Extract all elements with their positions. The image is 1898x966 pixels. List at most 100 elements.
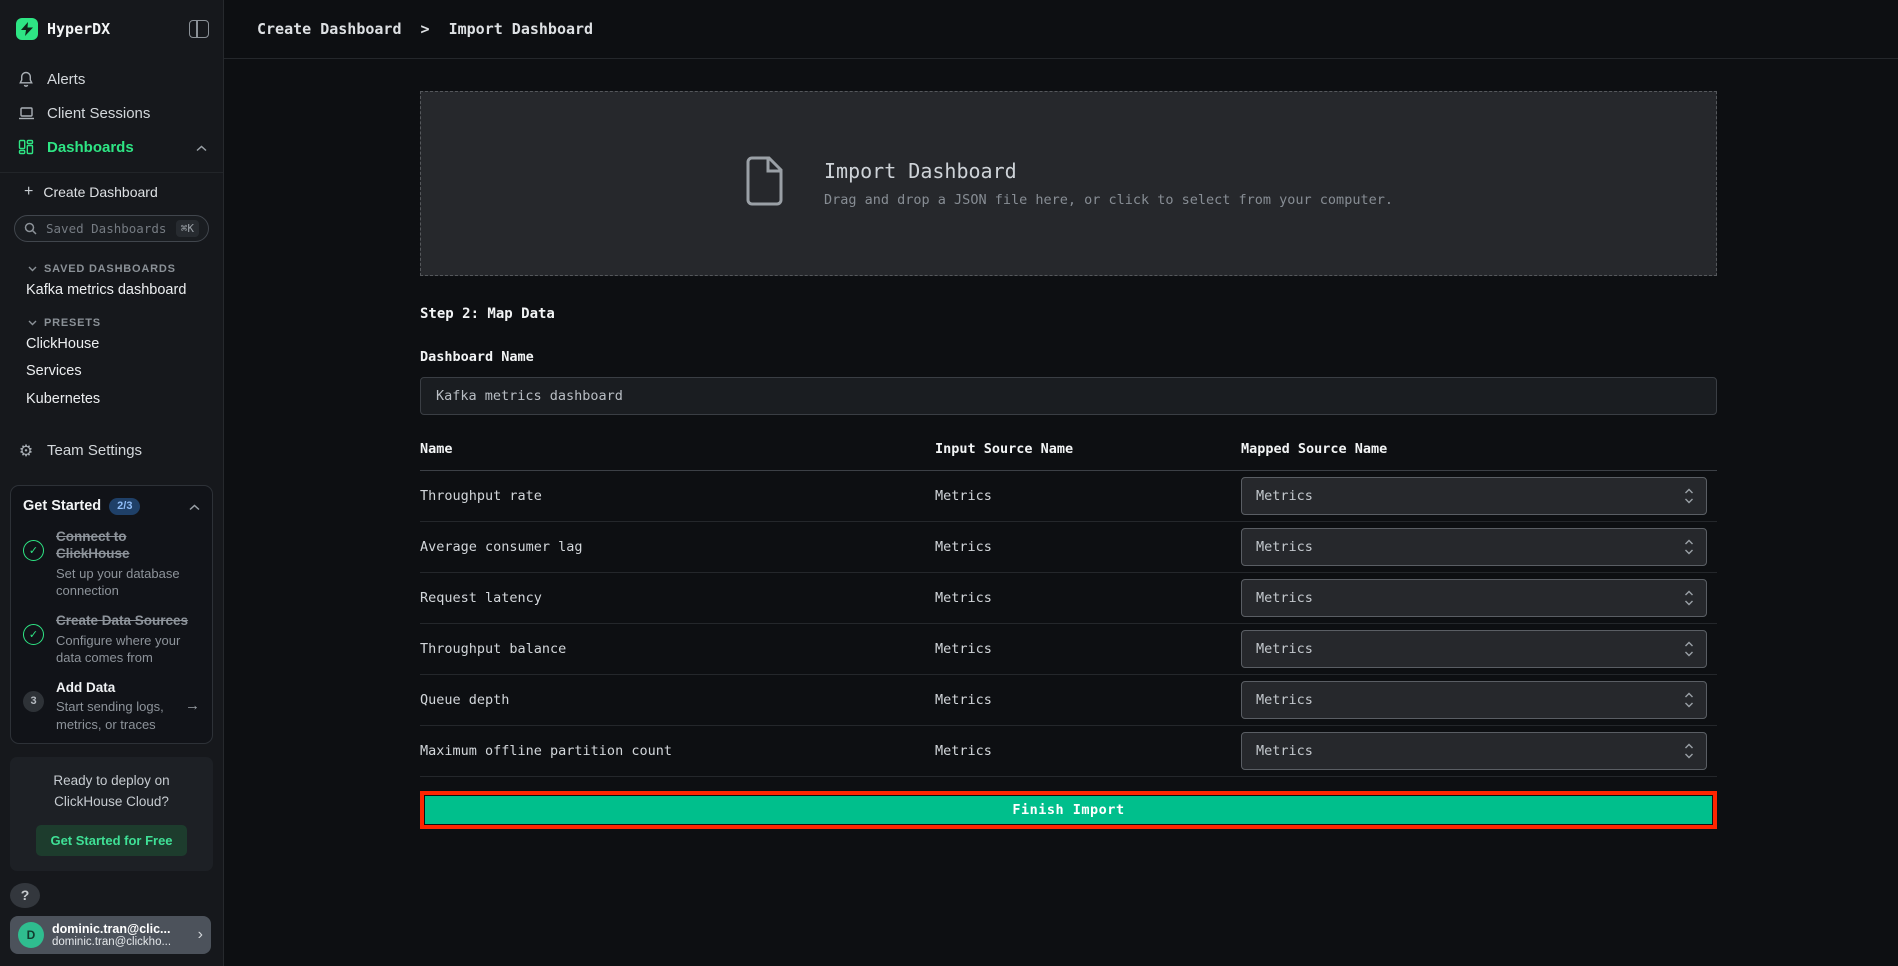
mapped-source-select[interactable]: Metrics <box>1241 477 1707 515</box>
preset-item-services[interactable]: Services <box>0 360 223 383</box>
deploy-text: Ready to deploy on ClickHouse Cloud? <box>22 771 201 813</box>
row-name: Average consumer lag <box>420 539 935 555</box>
preset-item-clickhouse[interactable]: ClickHouse <box>0 333 223 356</box>
step-desc: Set up your database connection <box>56 565 200 599</box>
import-content: Import Dashboard Drag and drop a JSON fi… <box>420 59 1717 829</box>
app-title: HyperDX <box>47 20 189 38</box>
avatar: D <box>18 922 44 948</box>
sidebar-item-label: Dashboards <box>47 139 134 156</box>
sidebar-item-dashboards[interactable]: Dashboards <box>0 130 223 164</box>
section-label: SAVED DASHBOARDS <box>44 263 176 275</box>
breadcrumb-create-dashboard[interactable]: Create Dashboard <box>257 20 402 38</box>
get-started-free-button[interactable]: Get Started for Free <box>36 825 186 856</box>
step-title: Connect to ClickHouse <box>56 528 200 563</box>
logo-row: HyperDX <box>0 0 223 48</box>
sidebar-item-client-sessions[interactable]: Client Sessions <box>0 96 223 130</box>
mapped-source-select[interactable]: Metrics <box>1241 579 1707 617</box>
deploy-card: Ready to deploy on ClickHouse Cloud? Get… <box>10 757 213 871</box>
select-chevrons-icon <box>1684 539 1694 555</box>
row-name: Maximum offline partition count <box>420 743 935 759</box>
team-settings-button[interactable]: ⚙ Team Settings <box>0 437 223 464</box>
breadcrumb-separator: > <box>421 20 430 38</box>
breadcrumb-import-dashboard[interactable]: Import Dashboard <box>449 20 594 38</box>
select-value: Metrics <box>1256 692 1684 708</box>
saved-dashboards-search[interactable]: ⌘K <box>14 215 209 242</box>
sidebar-nav: Alerts Client Sessions Dashboards <box>0 62 223 164</box>
section-header-saved-dashboards[interactable]: SAVED DASHBOARDS <box>0 263 223 275</box>
select-value: Metrics <box>1256 743 1684 759</box>
step-title: Add Data <box>56 679 181 697</box>
get-started-step-sources[interactable]: ✓ Create Data Sources Configure where yo… <box>23 612 200 666</box>
mapped-source-select[interactable]: Metrics <box>1241 630 1707 668</box>
finish-import-button[interactable]: Finish Import <box>425 796 1712 824</box>
row-input-source: Metrics <box>935 692 1241 708</box>
bell-icon <box>16 71 36 88</box>
user-email: dominic.tran@clickho... <box>52 936 194 948</box>
row-input-source: Metrics <box>935 590 1241 606</box>
sidebar-divider <box>0 172 223 173</box>
get-started-panel: Get Started 2/3 ✓ Connect to ClickHouse … <box>10 485 213 744</box>
dashboard-name-input[interactable] <box>420 377 1717 415</box>
saved-dashboard-item[interactable]: Kafka metrics dashboard <box>0 279 223 302</box>
plus-icon: + <box>24 183 33 201</box>
mapped-source-select[interactable]: Metrics <box>1241 681 1707 719</box>
step-title: Create Data Sources <box>56 612 200 630</box>
check-circle-icon: ✓ <box>23 624 44 645</box>
table-row: Request latency Metrics Metrics <box>420 573 1717 624</box>
select-value: Metrics <box>1256 590 1684 606</box>
step-desc: Start sending logs, metrics, or traces <box>56 698 181 732</box>
dashboard-grid-icon <box>16 139 36 155</box>
row-name: Throughput rate <box>420 488 935 504</box>
row-name: Queue depth <box>420 692 935 708</box>
step-2-label: Step 2: Map Data <box>420 306 1717 322</box>
sidebar-collapse-icon[interactable] <box>189 20 209 38</box>
sidebar-item-label: Client Sessions <box>47 105 150 122</box>
row-input-source: Metrics <box>935 743 1241 759</box>
select-value: Metrics <box>1256 539 1684 555</box>
sidebar: HyperDX Alerts Client Sessions Dashb <box>0 0 224 966</box>
row-name: Request latency <box>420 590 935 606</box>
mapped-source-select[interactable]: Metrics <box>1241 732 1707 770</box>
top-bar: Create Dashboard > Import Dashboard <box>224 0 1898 59</box>
help-button[interactable]: ? <box>10 883 40 909</box>
hyperdx-logo-icon <box>16 18 38 40</box>
preset-item-kubernetes[interactable]: Kubernetes <box>0 387 223 410</box>
chevron-down-icon <box>28 320 37 326</box>
dropzone-title: Import Dashboard <box>824 159 1393 183</box>
table-row: Throughput balance Metrics Metrics <box>420 624 1717 675</box>
select-chevrons-icon <box>1684 488 1694 504</box>
import-dropzone[interactable]: Import Dashboard Drag and drop a JSON fi… <box>420 91 1717 276</box>
dashboard-name-label: Dashboard Name <box>420 349 1717 365</box>
select-value: Metrics <box>1256 488 1684 504</box>
sidebar-item-alerts[interactable]: Alerts <box>0 62 223 96</box>
create-dashboard-button[interactable]: + Create Dashboard <box>0 179 223 205</box>
get-started-step-add-data[interactable]: 3 Add Data Start sending logs, metrics, … <box>23 679 200 733</box>
get-started-step-connect[interactable]: ✓ Connect to ClickHouse Set up your data… <box>23 528 200 599</box>
progress-badge: 2/3 <box>109 498 140 515</box>
table-row: Throughput rate Metrics Metrics <box>420 471 1717 522</box>
select-chevrons-icon <box>1684 743 1694 759</box>
chevron-down-icon <box>28 266 37 272</box>
annotation-highlight-box: Finish Import <box>420 791 1717 829</box>
section-label: PRESETS <box>44 317 101 329</box>
file-icon <box>744 156 786 211</box>
section-header-presets[interactable]: PRESETS <box>0 317 223 329</box>
breadcrumb: Create Dashboard > Import Dashboard <box>257 20 593 38</box>
get-started-header[interactable]: Get Started 2/3 <box>23 498 200 515</box>
row-input-source: Metrics <box>935 488 1241 504</box>
search-shortcut-badge: ⌘K <box>176 220 199 237</box>
create-dashboard-label: Create Dashboard <box>43 184 157 200</box>
select-chevrons-icon <box>1684 641 1694 657</box>
row-input-source: Metrics <box>935 539 1241 555</box>
chevron-right-icon: › <box>198 926 203 944</box>
column-header-input-source: Input Source Name <box>935 441 1241 457</box>
user-name: dominic.tran@clic... <box>52 922 194 936</box>
team-settings-label: Team Settings <box>47 442 142 459</box>
column-header-name: Name <box>420 441 935 457</box>
mapped-source-select[interactable]: Metrics <box>1241 528 1707 566</box>
step-number-icon: 3 <box>23 691 44 712</box>
user-menu[interactable]: D dominic.tran@clic... dominic.tran@clic… <box>10 916 211 954</box>
step-desc: Configure where your data comes from <box>56 632 200 666</box>
search-input[interactable] <box>44 220 176 237</box>
select-value: Metrics <box>1256 641 1684 657</box>
